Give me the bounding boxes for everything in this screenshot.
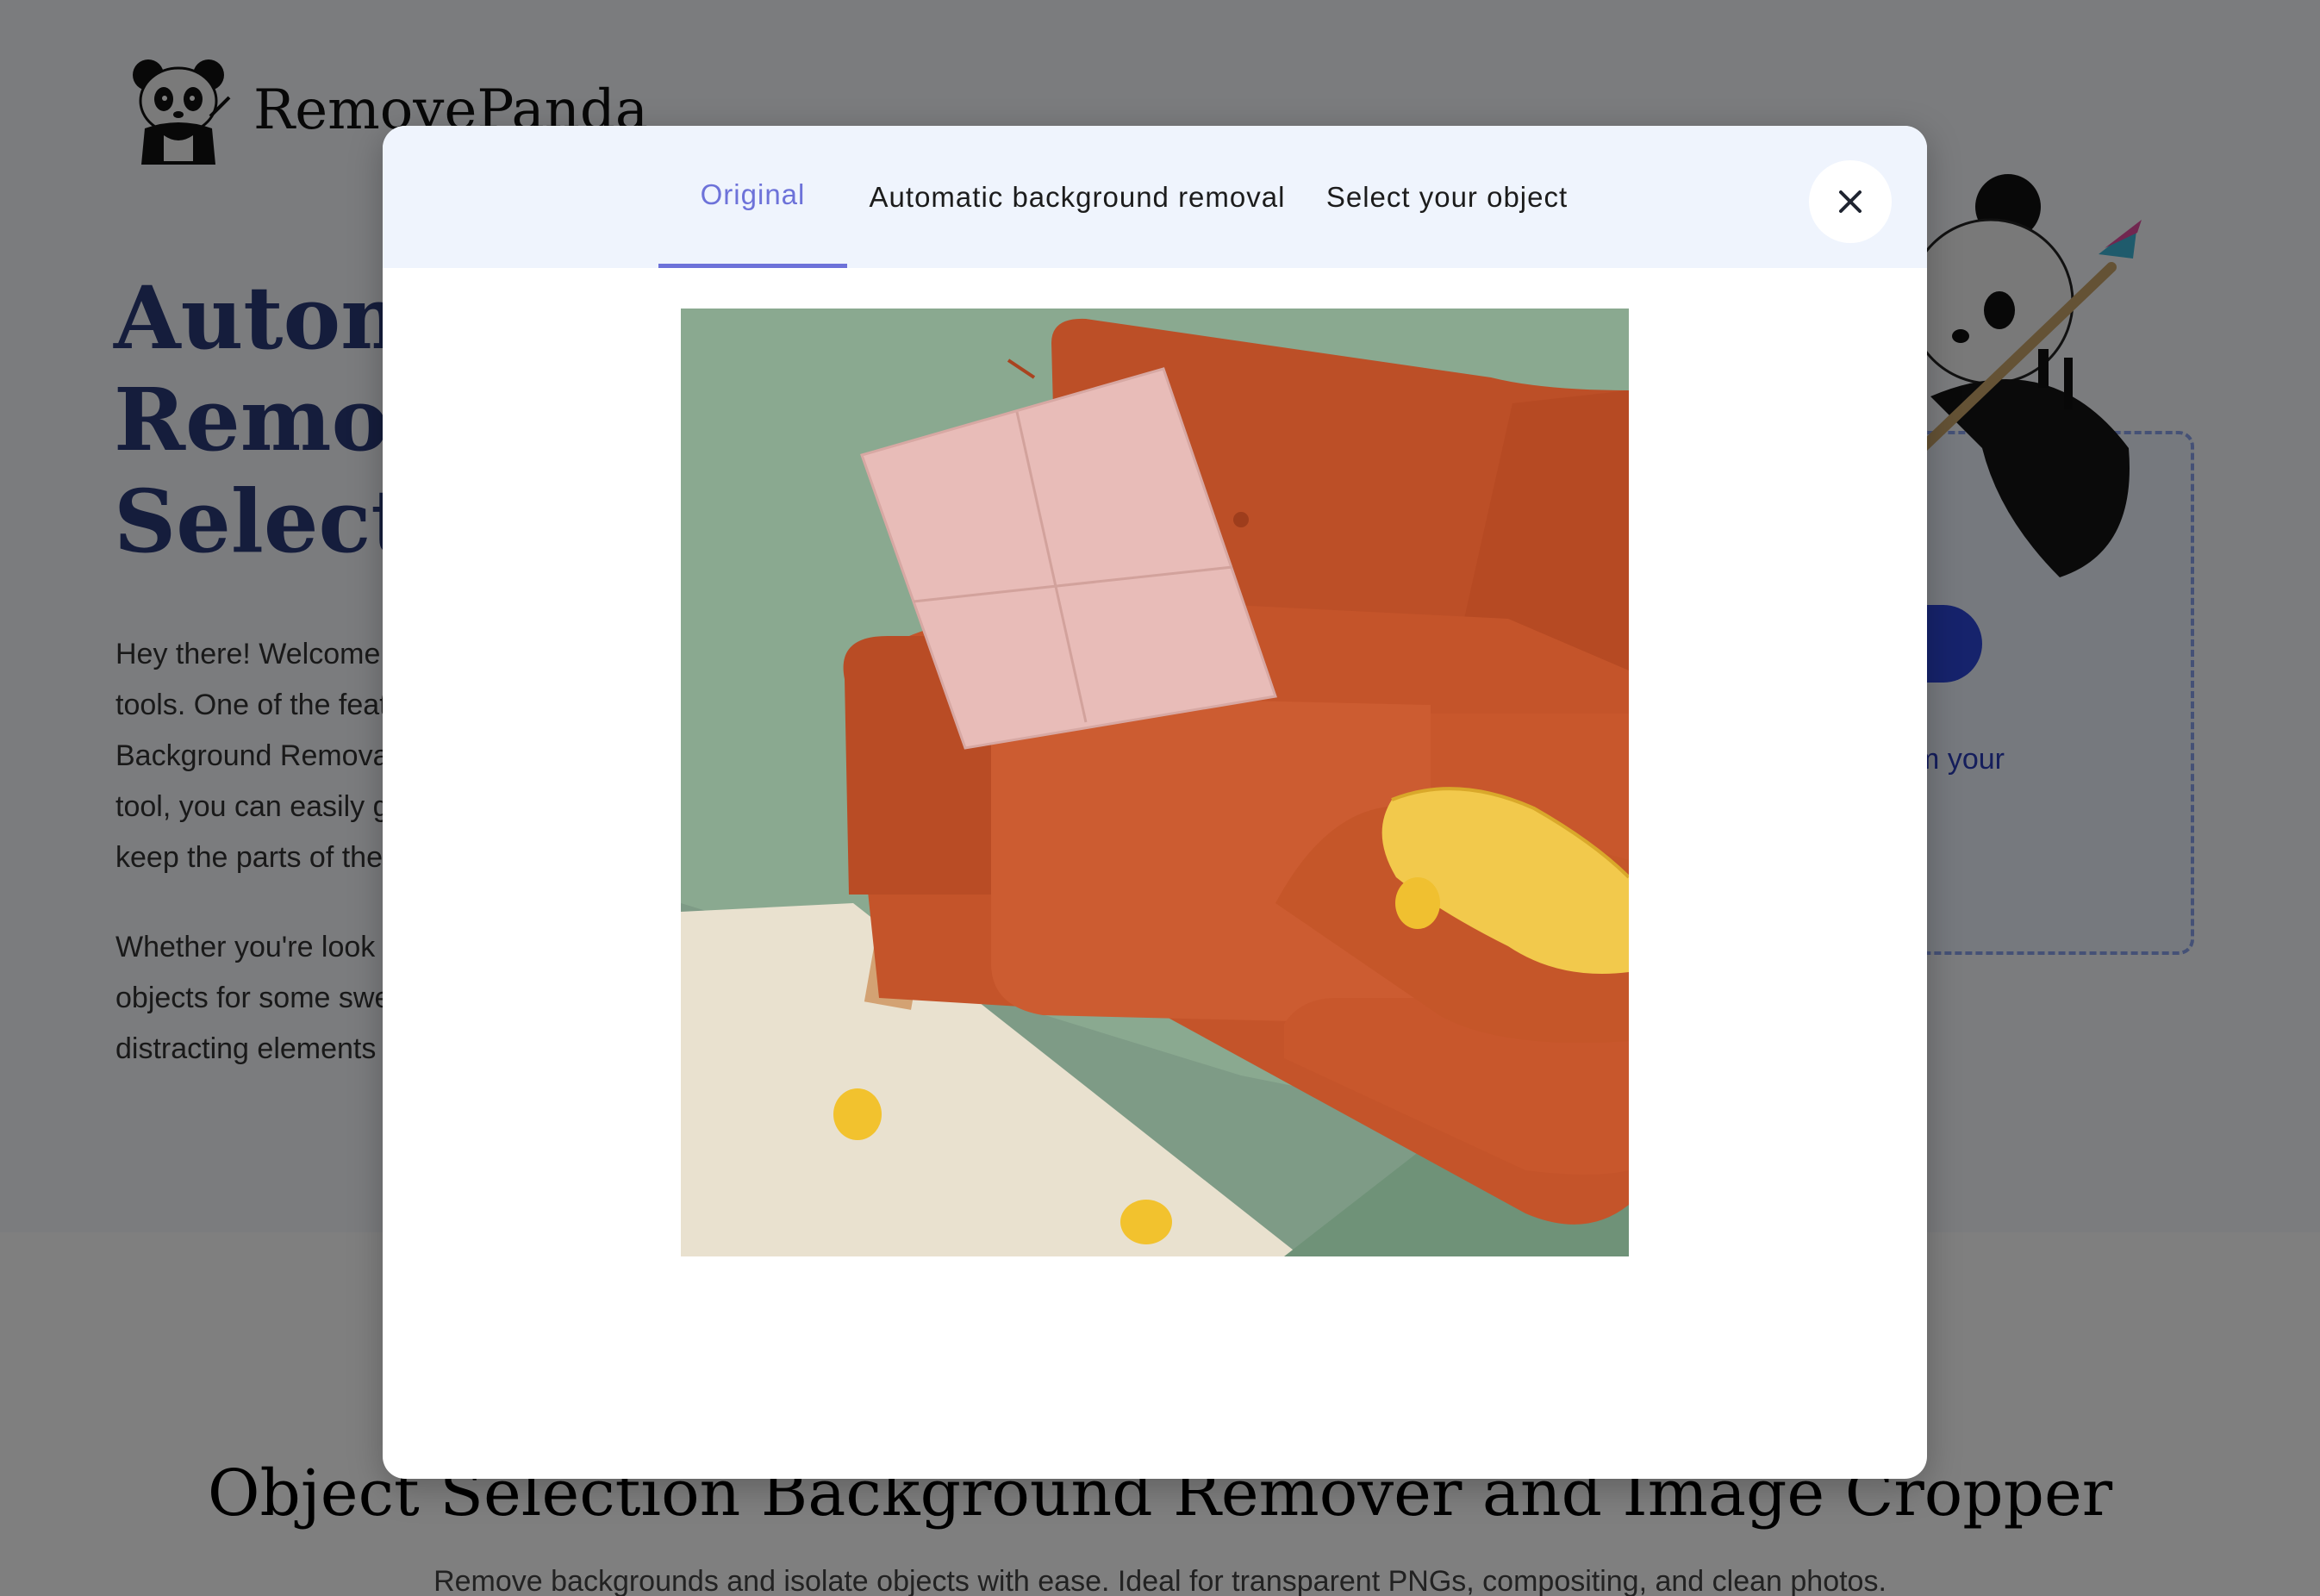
tab-select-your-object[interactable]: Select your object: [1305, 126, 1589, 268]
close-icon: [1839, 190, 1862, 213]
modal-tab-bar: Original Automatic background removal Se…: [383, 126, 1927, 268]
tab-automatic-background-removal[interactable]: Automatic background removal: [862, 126, 1293, 268]
close-button[interactable]: [1809, 160, 1892, 243]
tab-original[interactable]: Original: [658, 126, 847, 268]
image-preview-modal: Original Automatic background removal Se…: [383, 126, 1927, 1479]
original-image-preview: [681, 309, 1629, 1256]
